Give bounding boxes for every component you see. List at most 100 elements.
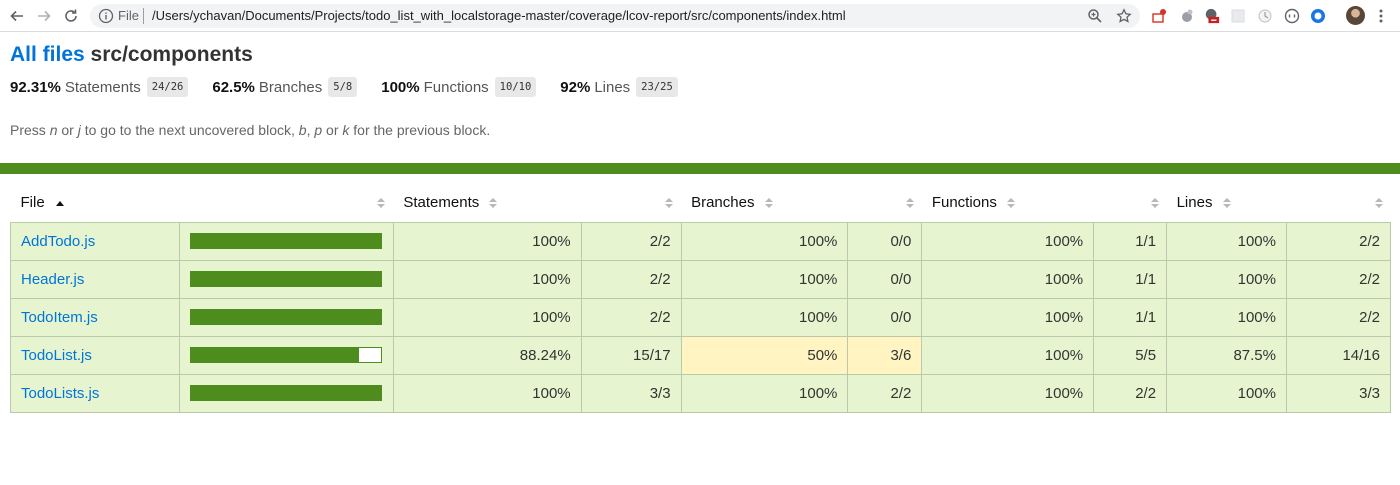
url-text[interactable]: /Users/ychavan/Documents/Projects/todo_l…: [152, 8, 846, 24]
coverage-bar-cell: [178, 297, 394, 337]
functions-fraction: 1/1: [1093, 259, 1168, 299]
functions-fraction: 2/2: [1093, 373, 1168, 413]
header-label: Statements: [403, 194, 480, 212]
extension-icon[interactable]: [1257, 8, 1273, 24]
header-functions[interactable]: Functions: [922, 184, 1167, 222]
lines-fraction: 2/2: [1285, 297, 1392, 337]
hint-text: Press: [10, 122, 46, 138]
coverage-bar-cell: [178, 221, 394, 261]
all-files-link[interactable]: All files: [10, 43, 85, 66]
statements-fraction: 2/2: [580, 221, 682, 261]
hint-text: for the previous block.: [353, 122, 491, 138]
statements-pct: 100%: [392, 373, 582, 413]
extension-icon[interactable]: [1151, 8, 1167, 24]
summary-fraction: 24/26: [146, 77, 189, 97]
file-link[interactable]: TodoLists.js: [21, 385, 99, 402]
bookmark-star-icon[interactable]: [1116, 8, 1132, 24]
hint-text: to go to the next uncovered block,: [84, 122, 295, 138]
zoom-icon[interactable]: [1087, 8, 1103, 24]
info-icon[interactable]: [98, 8, 114, 24]
lines-fraction: 3/3: [1285, 373, 1392, 413]
sort-icon: [1007, 198, 1016, 209]
file-link[interactable]: TodoList.js: [21, 347, 92, 364]
header-label: Lines: [1176, 194, 1213, 212]
sort-icon: [905, 198, 914, 208]
coverage-bar: [189, 309, 382, 325]
hint-key: k: [342, 122, 350, 138]
coverage-table: File Statements Branches Functions Lines…: [10, 184, 1392, 413]
coverage-bar-fill: [190, 310, 381, 324]
summary-fraction: 5/8: [328, 77, 358, 97]
keyboard-hint: Press n or j to go to the next uncovered…: [10, 122, 490, 138]
reload-button[interactable]: [60, 5, 82, 27]
coverage-status-bar: [0, 163, 1400, 174]
header-file[interactable]: File: [11, 184, 180, 222]
statements-pct: 100%: [392, 297, 582, 337]
summary-fraction: 23/25: [636, 77, 678, 97]
functions-fraction: 1/1: [1093, 297, 1168, 337]
hint-key: j: [77, 122, 81, 138]
back-button[interactable]: [6, 5, 28, 27]
address-bar[interactable]: File /Users/ychavan/Documents/Projects/t…: [90, 4, 1140, 28]
forward-button[interactable]: [33, 5, 55, 27]
statements-fraction: 3/3: [580, 373, 682, 413]
hint-key: n: [49, 122, 58, 138]
coverage-bar: [189, 385, 382, 401]
sort-icon: [764, 198, 773, 209]
avatar[interactable]: [1346, 6, 1365, 25]
hint-key: p: [314, 122, 323, 138]
coverage-bar-cell: [178, 335, 394, 375]
extension-icon[interactable]: [1310, 8, 1326, 24]
summary-statements: 92.31% Statements 24/26: [10, 77, 189, 97]
summary-branches: 62.5% Branches 5/8: [212, 77, 358, 97]
coverage-bar: [189, 233, 382, 249]
file-link[interactable]: Header.js: [21, 271, 84, 288]
summary-label: Lines: [594, 78, 631, 96]
extension-icon[interactable]: [1179, 8, 1195, 24]
header-statements[interactable]: Statements: [393, 184, 681, 222]
functions-fraction: 5/5: [1093, 335, 1168, 375]
file-cell: TodoItem.js: [10, 297, 180, 337]
branches-fraction: 0/0: [847, 259, 923, 299]
lines-pct: 100%: [1166, 221, 1287, 261]
sort-icon: [1222, 198, 1231, 209]
current-path: src/components: [90, 43, 253, 66]
coverage-summary: 92.31% Statements 24/26 62.5% Branches 5…: [10, 77, 702, 97]
file-link[interactable]: TodoItem.js: [21, 309, 98, 326]
file-cell: TodoLists.js: [10, 373, 180, 413]
hint-key: b: [298, 122, 307, 138]
header-label: File: [20, 194, 45, 212]
lines-fraction: 2/2: [1285, 221, 1392, 261]
functions-pct: 100%: [921, 221, 1095, 261]
coverage-bar-fill: [190, 272, 381, 286]
sort-icon: [377, 198, 386, 208]
coverage-bar-cell: [178, 373, 394, 413]
summary-pct: 100%: [381, 78, 420, 96]
extension-icon[interactable]: [1204, 8, 1220, 24]
sort-ascending-icon: [55, 201, 64, 207]
more-menu-icon[interactable]: [1378, 8, 1384, 24]
hint-text: ,: [306, 122, 311, 138]
extension-icon[interactable]: [1284, 8, 1300, 24]
branches-fraction: 3/6: [847, 335, 923, 375]
summary-label: Statements: [64, 78, 141, 96]
statements-pct: 100%: [392, 221, 582, 261]
statements-fraction: 2/2: [580, 297, 682, 337]
file-link[interactable]: AddTodo.js: [21, 233, 95, 250]
extension-icon[interactable]: [1230, 8, 1246, 24]
summary-lines: 92% Lines 23/25: [560, 77, 678, 97]
file-cell: TodoList.js: [10, 335, 180, 375]
statements-fraction: 15/17: [580, 335, 682, 375]
lines-pct: 100%: [1166, 297, 1287, 337]
header-file-bar[interactable]: [179, 184, 393, 222]
branches-pct: 100%: [680, 259, 849, 299]
header-lines[interactable]: Lines: [1167, 184, 1391, 222]
summary-pct: 92.31%: [10, 78, 61, 96]
header-branches[interactable]: Branches: [681, 184, 922, 222]
page-title: All files src/components: [10, 43, 253, 67]
lines-pct: 87.5%: [1166, 335, 1287, 375]
branches-pct: 100%: [680, 373, 849, 413]
file-cell: AddTodo.js: [10, 221, 180, 261]
header-label: Functions: [931, 194, 997, 212]
table-row: TodoLists.js 100% 3/3 100% 2/2 100% 2/2 …: [10, 373, 1392, 413]
